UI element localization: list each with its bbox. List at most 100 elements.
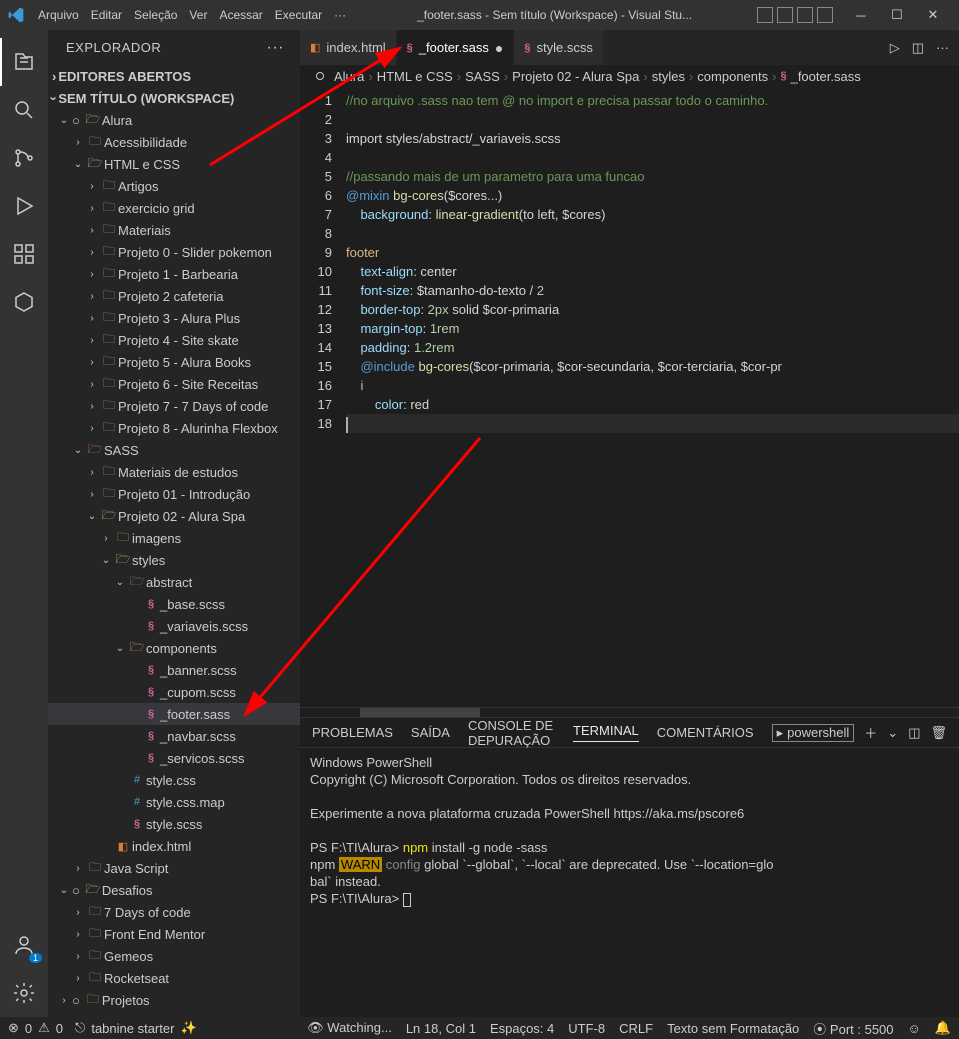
panel-tab-problemas[interactable]: PROBLEMAS <box>312 725 393 740</box>
hex-icon[interactable] <box>0 278 48 326</box>
indentation[interactable]: Espaços: 4 <box>490 1021 554 1036</box>
extensions-icon[interactable] <box>0 230 48 278</box>
terminal-output[interactable]: Windows PowerShellCopyright (C) Microsof… <box>300 748 959 1017</box>
breadcrumb-segment[interactable]: SASS <box>465 69 500 84</box>
folder-gemeos[interactable]: ›🗀Gemeos <box>48 945 300 967</box>
folder-projeto-0-slider-pokemon[interactable]: ›🗀Projeto 0 - Slider pokemon <box>48 241 300 263</box>
folder-alura[interactable]: ⌄○🗁Alura <box>48 109 300 131</box>
tabnine-status[interactable]: ⎋ tabnine starter ✨ <box>75 1020 197 1036</box>
folder-imagens[interactable]: ›🗀imagens <box>48 527 300 549</box>
folder-projeto-8-alurinha-flexbox[interactable]: ›🗀Projeto 8 - Alurinha Flexbox <box>48 417 300 439</box>
folder-rocketseat[interactable]: ›🗀Rocketseat <box>48 967 300 989</box>
tab-style-scss[interactable]: §style.scss <box>514 30 603 65</box>
code-content[interactable]: //no arquivo .sass nao tem @ no import e… <box>346 87 959 707</box>
panel-tab-comentários[interactable]: COMENTÁRIOS <box>657 725 754 740</box>
maximize-button[interactable]: ☐ <box>879 0 915 30</box>
bell-icon[interactable]: 🔔 <box>935 1020 951 1036</box>
folder-artigos[interactable]: ›🗀Artigos <box>48 175 300 197</box>
layout-icon[interactable] <box>777 7 793 23</box>
tab--footer-sass[interactable]: §_footer.sass● <box>397 30 515 65</box>
accounts-icon[interactable]: 1 <box>0 921 48 969</box>
file-style-scss[interactable]: §style.scss <box>48 813 300 835</box>
file-index-html[interactable]: ◧index.html <box>48 835 300 857</box>
panel-tab-saída[interactable]: SAÍDA <box>411 725 450 740</box>
layout-icon[interactable] <box>817 7 833 23</box>
shell-selector[interactable]: ▸powershell <box>772 724 855 742</box>
menu-···[interactable]: ··· <box>328 8 352 22</box>
run-icon[interactable]: ▷ <box>890 40 900 56</box>
panel-tab-console-de-depuração[interactable]: CONSOLE DE DEPURAÇÃO <box>468 718 555 748</box>
folder-styles[interactable]: ⌄🗁styles <box>48 549 300 571</box>
folder-components[interactable]: ⌄🗁components <box>48 637 300 659</box>
file--cupom-scss[interactable]: §_cupom.scss <box>48 681 300 703</box>
file--banner-scss[interactable]: §_banner.scss <box>48 659 300 681</box>
folder-abstract[interactable]: ⌄🗁abstract <box>48 571 300 593</box>
kill-terminal-icon[interactable]: 🗑 <box>930 725 947 741</box>
panel-tab-terminal[interactable]: TERMINAL <box>573 723 639 742</box>
cursor-position[interactable]: Ln 18, Col 1 <box>406 1021 476 1036</box>
folder-desafios[interactable]: ⌄○🗁Desafios <box>48 879 300 901</box>
menu-arquivo[interactable]: Arquivo <box>32 8 85 22</box>
run-debug-icon[interactable] <box>0 182 48 230</box>
watching-status[interactable]: 👁 Watching... <box>307 1020 392 1036</box>
folder-materiais-de-estudos[interactable]: ›🗀Materiais de estudos <box>48 461 300 483</box>
source-control-icon[interactable] <box>0 134 48 182</box>
settings-gear-icon[interactable] <box>0 969 48 1017</box>
scrollbar-thumb[interactable] <box>360 708 480 717</box>
split-editor-icon[interactable]: ◫ <box>912 40 924 56</box>
menu-ver[interactable]: Ver <box>183 8 213 22</box>
menu-acessar[interactable]: Acessar <box>213 8 268 22</box>
folder-java-script[interactable]: ›🗀Java Script <box>48 857 300 879</box>
menu-executar[interactable]: Executar <box>269 8 328 22</box>
split-terminal-icon[interactable]: ◫ <box>908 725 920 741</box>
encoding[interactable]: UTF-8 <box>568 1021 605 1036</box>
breadcrumb-segment[interactable]: components <box>697 69 768 84</box>
breadcrumb-segment[interactable]: _footer.sass <box>791 69 861 84</box>
menu-seleção[interactable]: Seleção <box>128 8 183 22</box>
file--base-scss[interactable]: §_base.scss <box>48 593 300 615</box>
open-editors-section[interactable]: › EDITORES ABERTOS <box>48 65 300 87</box>
folder-7-days-of-code[interactable]: ›🗀7 Days of code <box>48 901 300 923</box>
eol[interactable]: CRLF <box>619 1021 653 1036</box>
folder-projeto-6-site-receitas[interactable]: ›🗀Projeto 6 - Site Receitas <box>48 373 300 395</box>
folder-projeto-02-alura-spa[interactable]: ⌄🗁Projeto 02 - Alura Spa <box>48 505 300 527</box>
tab-index-html[interactable]: ◧index.html <box>300 30 397 65</box>
file-style-css[interactable]: #style.css <box>48 769 300 791</box>
folder-materiais[interactable]: ›🗀Materiais <box>48 219 300 241</box>
status-errors[interactable]: ⊗0 ⚠0 <box>8 1020 63 1036</box>
more-icon[interactable]: ··· <box>936 40 949 55</box>
breadcrumb-segment[interactable]: Alura <box>334 69 364 84</box>
file-style-css-map[interactable]: #style.css.map <box>48 791 300 813</box>
new-terminal-icon[interactable]: ＋ <box>864 723 877 742</box>
folder-acessibilidade[interactable]: ›🗀Acessibilidade <box>48 131 300 153</box>
search-icon[interactable] <box>0 86 48 134</box>
live-server-port[interactable]: ⦿ Port : 5500 <box>813 1019 893 1038</box>
menu-editar[interactable]: Editar <box>85 8 128 22</box>
file--footer-sass[interactable]: §_footer.sass <box>48 703 300 725</box>
folder-projeto-7-7-days-of-code[interactable]: ›🗀Projeto 7 - 7 Days of code <box>48 395 300 417</box>
breadcrumb[interactable]: Alura › HTML e CSS › SASS › Projeto 02 -… <box>300 65 959 87</box>
folder-projeto-2-cafeteria[interactable]: ›🗀Projeto 2 cafeteria <box>48 285 300 307</box>
chevron-down-icon[interactable]: ⌄ <box>887 725 898 741</box>
minimize-button[interactable]: ─ <box>843 0 879 30</box>
code-editor[interactable]: 123456789101112131415161718 //no arquivo… <box>300 87 959 707</box>
breadcrumb-segment[interactable]: styles <box>652 69 685 84</box>
file--servicos-scss[interactable]: §_servicos.scss <box>48 747 300 769</box>
workspace-section[interactable]: › SEM TÍTULO (WORKSPACE) <box>48 87 300 109</box>
folder-projeto-01-introdu-o[interactable]: ›🗀Projeto 01 - Introdução <box>48 483 300 505</box>
horizontal-scrollbar[interactable] <box>300 707 959 717</box>
folder-projeto-1-barbearia[interactable]: ›🗀Projeto 1 - Barbearia <box>48 263 300 285</box>
explorer-icon[interactable] <box>0 38 48 86</box>
folder-projetos[interactable]: ›○🗀Projetos <box>48 989 300 1011</box>
more-actions-icon[interactable]: ··· <box>267 39 284 57</box>
language-mode[interactable]: Texto sem Formatação <box>667 1021 799 1036</box>
folder-projeto-5-alura-books[interactable]: ›🗀Projeto 5 - Alura Books <box>48 351 300 373</box>
folder-projeto-4-site-skate[interactable]: ›🗀Projeto 4 - Site skate <box>48 329 300 351</box>
folder-sass[interactable]: ⌄🗁SASS <box>48 439 300 461</box>
file--variaveis-scss[interactable]: §_variaveis.scss <box>48 615 300 637</box>
breadcrumb-segment[interactable]: HTML e CSS <box>377 69 453 84</box>
layout-controls[interactable] <box>757 7 833 23</box>
folder-html-e-css[interactable]: ⌄🗁HTML e CSS <box>48 153 300 175</box>
folder-front-end-mentor[interactable]: ›🗀Front End Mentor <box>48 923 300 945</box>
close-button[interactable]: ✕ <box>915 0 951 30</box>
